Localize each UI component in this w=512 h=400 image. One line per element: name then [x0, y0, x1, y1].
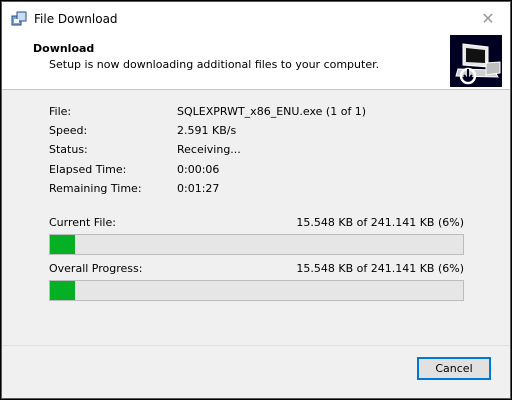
cancel-button[interactable]: Cancel	[417, 357, 491, 380]
header-title: Download	[33, 42, 95, 55]
current-file-progress-bar	[49, 234, 464, 255]
speed-label: Speed:	[49, 124, 88, 137]
status-value: Receiving...	[177, 143, 241, 156]
overall-progress-bar	[49, 280, 464, 301]
header-band: Download Setup is now downloading additi…	[2, 35, 510, 90]
overall-progress-fill	[50, 281, 75, 300]
current-file-progress-fill	[50, 235, 75, 254]
dialog-footer: Cancel	[2, 345, 510, 398]
window-title: File Download	[34, 12, 118, 26]
title-bar[interactable]: File Download ✕	[2, 2, 510, 35]
computer-download-icon	[450, 35, 502, 87]
speed-value: 2.591 KB/s	[177, 124, 237, 137]
file-value: SQLEXPRWT_x86_ENU.exe (1 of 1)	[177, 105, 367, 118]
current-file-stat: 15.548 KB of 241.141 KB (6%)	[296, 216, 464, 229]
close-button[interactable]: ✕	[468, 4, 508, 32]
close-icon: ✕	[481, 8, 495, 28]
file-download-dialog: File Download ✕ Download Setup is now do…	[1, 1, 511, 399]
setup-app-icon	[11, 11, 27, 27]
status-label: Status:	[49, 143, 88, 156]
remaining-time-value: 0:01:27	[177, 182, 220, 195]
elapsed-time-label: Elapsed Time:	[49, 163, 127, 176]
file-label: File:	[49, 105, 72, 118]
elapsed-time-value: 0:00:06	[177, 163, 220, 176]
current-file-label: Current File:	[49, 216, 116, 229]
header-subtitle: Setup is now downloading additional file…	[49, 58, 380, 71]
overall-progress-stat: 15.548 KB of 241.141 KB (6%)	[296, 262, 464, 275]
remaining-time-label: Remaining Time:	[49, 182, 142, 195]
overall-progress-label: Overall Progress:	[49, 262, 143, 275]
